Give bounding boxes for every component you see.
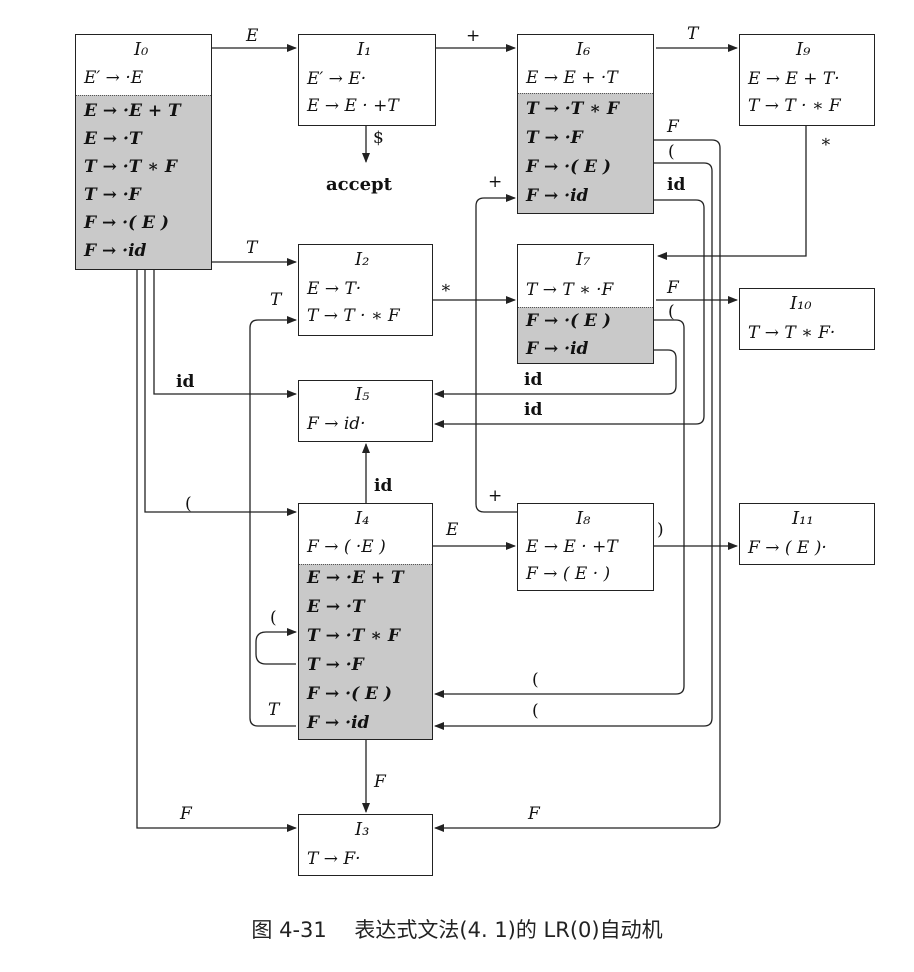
closure-item: E → ·T: [84, 129, 142, 149]
kernel-item: E → E · +T: [307, 96, 399, 116]
kernel-item: F → id·: [307, 414, 366, 434]
edge-label: F: [667, 278, 679, 298]
accept-label: accept: [326, 174, 392, 195]
edge-label: E: [246, 26, 259, 46]
state-title: I₇: [576, 249, 591, 270]
state-i4: I₄ F → ( ·E ) E → ·E + T E → ·T T → ·T ∗…: [298, 503, 433, 740]
state-title: I₅: [355, 384, 370, 405]
kernel-item: T → T · ∗ F: [307, 306, 400, 326]
closure-item: T → ·F: [307, 655, 364, 675]
edge-label: F: [374, 772, 386, 792]
state-i8: I₈ E → E · +T F → ( E · ): [517, 503, 654, 591]
state-i6: I₆ E → E + ·T T → ·T ∗ F T → ·F F → ·( E…: [517, 34, 654, 214]
closure-item: F → ·( E ): [526, 311, 611, 331]
closure-item: T → ·T ∗ F: [84, 157, 177, 177]
edge-label: F: [667, 117, 679, 137]
edge-label: F: [528, 804, 540, 824]
lr0-automaton-diagram: I₀ E′ → ·E E → ·E + T E → ·T T → ·T ∗ F …: [0, 0, 914, 972]
edge-label: +: [488, 172, 503, 192]
edge-i8-i6: [475, 194, 518, 513]
kernel-item: T → F·: [307, 849, 361, 869]
edge-label: E: [446, 520, 459, 540]
kernel-item: E′ → ·E: [84, 68, 144, 88]
edge-label: T: [268, 700, 280, 720]
closure-item: F → ·( E ): [307, 684, 392, 704]
edge-i0-i3: [136, 270, 297, 832]
edge-label: id: [524, 400, 543, 420]
edge-label: (: [668, 302, 675, 322]
state-title: I₂: [355, 249, 370, 270]
closure-item: F → ·( E ): [526, 157, 611, 177]
kernel-item: E → E + ·T: [526, 68, 618, 88]
closure-item: T → ·T ∗ F: [307, 626, 400, 646]
closure-item: F → ·id: [307, 713, 370, 733]
edge-label: T: [687, 24, 699, 44]
state-title: I₄: [355, 508, 370, 529]
state-i3: I₃ T → F·: [298, 814, 433, 876]
edge-label: +: [466, 26, 481, 46]
kernel-item: T → T ∗ F·: [748, 323, 836, 343]
kernel-item: T → T · ∗ F: [748, 96, 841, 116]
state-i9: I₉ E → E + T· T → T · ∗ F: [739, 34, 875, 126]
state-title: I₆: [576, 39, 591, 60]
edge-i4-i2: [249, 316, 297, 727]
edge-label: (: [532, 670, 539, 690]
state-title: I₈: [576, 508, 591, 529]
kernel-item: T → T ∗ ·F: [526, 280, 614, 300]
closure-item: T → ·T ∗ F: [526, 99, 619, 119]
state-i11: I₁₁ F → ( E )·: [739, 503, 875, 565]
figure-caption: 图 4-31 表达式文法(4. 1)的 LR(0)自动机: [251, 918, 663, 942]
edge-label: F: [180, 804, 192, 824]
edge-label: ): [657, 520, 664, 540]
state-i2: I₂ E → T· T → T · ∗ F: [298, 244, 433, 336]
closure-item: E → ·E + T: [84, 101, 181, 121]
state-i7: I₇ T → T ∗ ·F F → ·( E ) F → ·id: [517, 244, 654, 364]
closure-item: T → ·F: [84, 185, 141, 205]
kernel-item: E → E + T·: [748, 69, 840, 89]
state-title: I₉: [796, 39, 811, 60]
edge-label: (: [532, 701, 539, 721]
closure-item: F → ·id: [84, 241, 147, 261]
closure-item: E → ·T: [307, 597, 365, 617]
state-title: I₁₁: [792, 508, 814, 529]
state-i10: I₁₀ T → T ∗ F·: [739, 288, 875, 350]
kernel-item: F → ( E )·: [748, 538, 827, 558]
edge-label: id: [176, 372, 195, 392]
edge-label: id: [667, 175, 686, 195]
state-title: I₀: [134, 39, 149, 60]
state-i5: I₅ F → id·: [298, 380, 433, 442]
edge-label: id: [524, 370, 543, 390]
edge-label: +: [488, 486, 503, 506]
edge-label: id: [374, 476, 393, 496]
closure-item: F → ·id: [526, 339, 589, 359]
kernel-item: E → T·: [307, 279, 362, 299]
kernel-item: E′ → E·: [307, 69, 367, 89]
edge-label: (: [185, 494, 192, 514]
dollar-label: $: [373, 128, 384, 148]
edge-i4-i4: [255, 628, 297, 665]
kernel-item: F → ( ·E ): [307, 537, 386, 557]
edge-label: ∗: [820, 132, 832, 152]
edge-label: T: [270, 290, 282, 310]
state-title: I₃: [355, 819, 370, 840]
kernel-item: E → E · +T: [526, 537, 618, 557]
edge-label: (: [270, 608, 277, 628]
kernel-item: F → ( E · ): [526, 564, 611, 584]
edge-label: (: [668, 142, 675, 162]
state-title: I₁: [357, 39, 372, 60]
edge-label: T: [246, 238, 258, 258]
closure-item: T → ·F: [526, 128, 583, 148]
closure-item: F → ·( E ): [84, 213, 169, 233]
state-i0: I₀ E′ → ·E E → ·E + T E → ·T T → ·T ∗ F …: [75, 34, 212, 270]
closure-item: E → ·E + T: [307, 568, 404, 588]
state-i1: I₁ E′ → E· E → E · +T: [298, 34, 436, 126]
edge-label: ∗: [440, 278, 452, 298]
state-title: I₁₀: [790, 293, 812, 314]
closure-item: F → ·id: [526, 186, 589, 206]
